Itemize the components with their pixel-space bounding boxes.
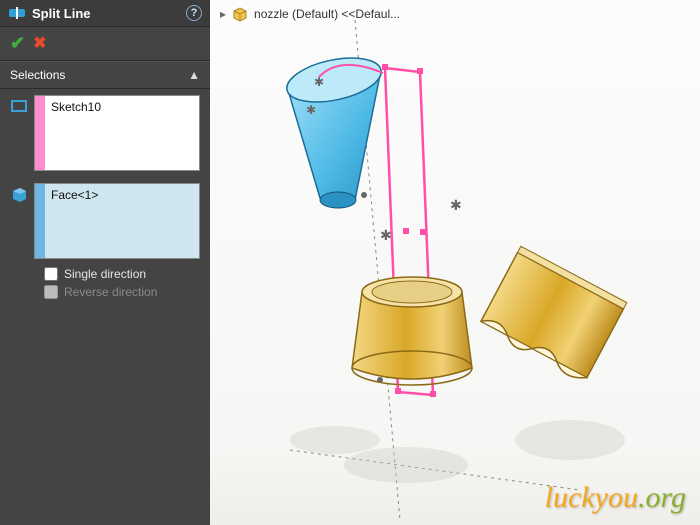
chevron-up-icon: ▲ [188, 68, 200, 82]
svg-text:✱: ✱ [306, 103, 316, 117]
svg-text:✱: ✱ [380, 227, 392, 243]
property-manager-panel: Split Line ? ✔ ✖ Selections ▲ Sketch10 [0, 0, 210, 525]
single-direction-label: Single direction [64, 267, 146, 281]
face-select-icon [10, 185, 28, 203]
gold-frustum-body [352, 277, 472, 385]
ok-button[interactable]: ✔ [10, 33, 25, 54]
sketch-select-box[interactable]: Sketch10 [34, 95, 200, 171]
sketch-select-entry[interactable]: Sketch10 [45, 96, 199, 170]
reverse-direction-checkbox: Reverse direction [44, 285, 200, 299]
split-line-icon [8, 4, 26, 22]
blue-cone-body [283, 50, 385, 208]
svg-text:✱: ✱ [314, 75, 324, 89]
face-select-box[interactable]: Face<1> [34, 183, 200, 259]
watermark-a: luckyou [545, 481, 638, 514]
panel-header: Split Line ? [0, 0, 210, 27]
reflection-shadows [290, 420, 625, 483]
sketch-strip [35, 96, 45, 170]
confirm-row: ✔ ✖ [0, 27, 210, 61]
face-strip [35, 184, 45, 258]
panel-title: Split Line [32, 6, 180, 21]
selections-title: Selections [10, 68, 65, 82]
watermark-b: .org [638, 481, 686, 514]
watermark: luckyou.org [545, 481, 686, 515]
face-selection-row: Face<1> [0, 177, 210, 265]
gold-bar-body [478, 246, 627, 383]
graphics-viewport[interactable]: ▸ nozzle (Default) <<Defaul... [210, 0, 700, 525]
sketch-selection-row: Sketch10 [0, 89, 210, 177]
single-direction-checkbox[interactable]: Single direction [44, 267, 200, 281]
face-select-entry[interactable]: Face<1> [45, 184, 199, 258]
sketch-select-icon [10, 97, 28, 115]
selections-header[interactable]: Selections ▲ [0, 61, 210, 89]
help-icon[interactable]: ? [186, 5, 202, 21]
selection-options: Single direction Reverse direction [0, 265, 210, 309]
svg-text:✱: ✱ [450, 197, 462, 213]
cancel-button[interactable]: ✖ [33, 33, 46, 54]
reverse-direction-label: Reverse direction [64, 285, 157, 299]
scene: ✱ ✱ ✱ ✱ [210, 0, 700, 525]
